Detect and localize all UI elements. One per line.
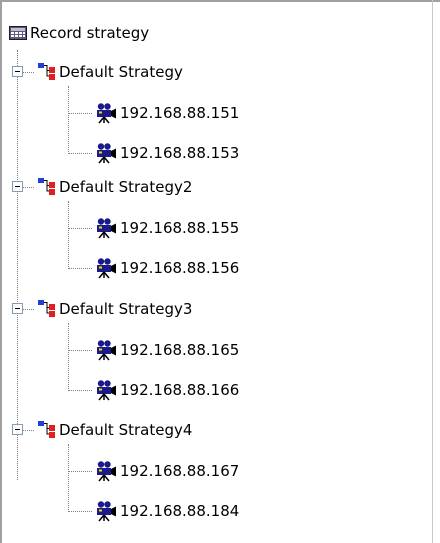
device-label: 192.168.88.155 (120, 219, 240, 237)
strategy-icon (38, 63, 56, 81)
tree-node-strategy-2[interactable]: Default Strategy2 (38, 172, 192, 202)
tree-device-node[interactable]: 192.168.88.153 (95, 138, 239, 168)
tree-root-label: Record strategy (30, 24, 150, 42)
camera-icon (95, 142, 117, 164)
camera-icon (95, 217, 117, 239)
tree-connector (68, 471, 92, 472)
tree-connector (68, 228, 92, 229)
tree-device-node[interactable]: 192.168.88.166 (95, 375, 239, 405)
tree-connector (22, 72, 34, 73)
strategy-label: Default Strategy (59, 63, 183, 81)
tree-connector (22, 187, 34, 188)
device-label: 192.168.88.151 (120, 104, 240, 122)
camera-icon (95, 500, 117, 522)
tree-connector (68, 444, 69, 512)
tree-device-node[interactable]: 192.168.88.156 (95, 253, 239, 283)
tree-connector (68, 201, 69, 269)
record-strategy-icon (9, 24, 27, 42)
tree-device-node[interactable]: 192.168.88.167 (95, 456, 239, 486)
tree-node-strategy-3[interactable]: Default Strategy3 (38, 294, 192, 324)
tree-device-node[interactable]: 192.168.88.165 (95, 335, 239, 365)
collapse-toggle-strategy-2[interactable] (12, 181, 23, 192)
tree-connector (68, 511, 92, 512)
tree-connector (68, 390, 92, 391)
camera-icon (95, 339, 117, 361)
tree-root-record-strategy[interactable]: Record strategy (9, 18, 149, 48)
camera-icon (95, 379, 117, 401)
strategy-icon (38, 178, 56, 196)
tree-connector (68, 323, 69, 391)
tree-node-strategy-4[interactable]: Default Strategy4 (38, 415, 192, 445)
collapse-toggle-strategy-1[interactable] (12, 66, 23, 77)
strategy-tree[interactable]: Record strategy Default Strategy 192.168… (0, 0, 430, 543)
tree-device-node[interactable]: 192.168.88.155 (95, 213, 239, 243)
tree-connector (68, 153, 92, 154)
strategy-icon (38, 421, 56, 439)
tree-connector (22, 309, 34, 310)
panel-border-right (432, 0, 433, 543)
tree-connector (68, 268, 92, 269)
tree-device-node[interactable]: 192.168.88.184 (95, 496, 239, 526)
tree-connector (68, 86, 69, 154)
tree-node-strategy-1[interactable]: Default Strategy (38, 57, 183, 87)
device-label: 192.168.88.167 (120, 462, 240, 480)
device-label: 192.168.88.153 (120, 144, 240, 162)
tree-device-node[interactable]: 192.168.88.151 (95, 98, 239, 128)
device-label: 192.168.88.184 (120, 502, 240, 520)
strategy-icon (38, 300, 56, 318)
strategy-label: Default Strategy4 (59, 421, 193, 439)
tree-connector (68, 350, 92, 351)
collapse-toggle-strategy-3[interactable] (12, 303, 23, 314)
tree-connector (22, 430, 34, 431)
tree-connector-root (17, 50, 18, 480)
camera-icon (95, 257, 117, 279)
camera-icon (95, 460, 117, 482)
device-label: 192.168.88.156 (120, 259, 240, 277)
tree-connector (68, 113, 92, 114)
device-label: 192.168.88.165 (120, 341, 240, 359)
strategy-label: Default Strategy3 (59, 300, 193, 318)
camera-icon (95, 102, 117, 124)
strategy-label: Default Strategy2 (59, 178, 193, 196)
device-label: 192.168.88.166 (120, 381, 240, 399)
collapse-toggle-strategy-4[interactable] (12, 424, 23, 435)
